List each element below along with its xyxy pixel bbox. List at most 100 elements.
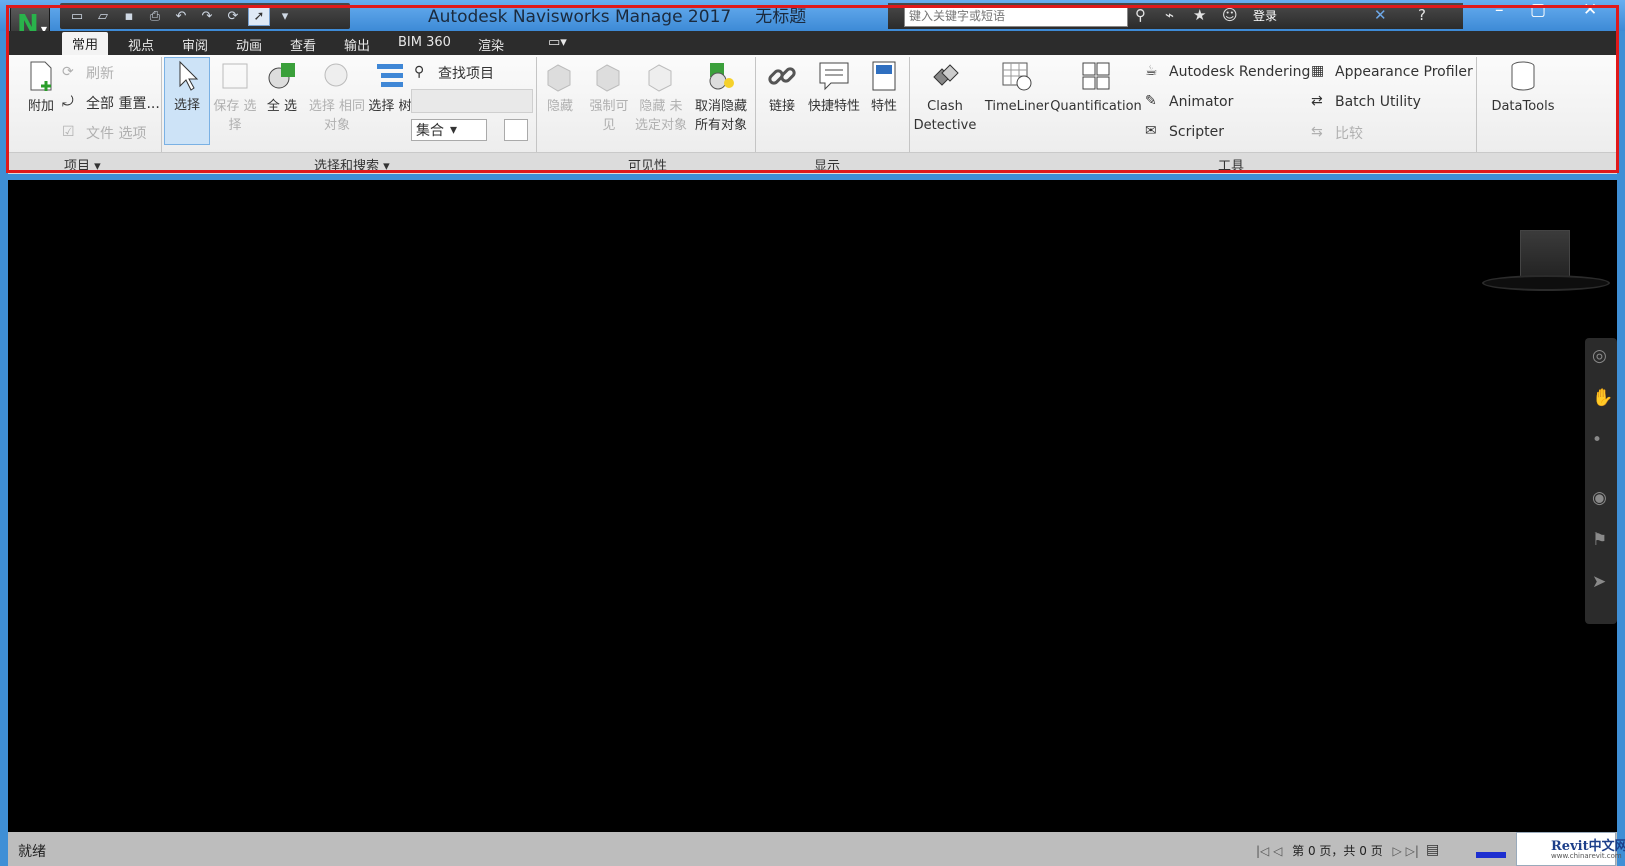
pan-hand-icon[interactable]: ✋ xyxy=(1592,388,1613,408)
first-page-icon[interactable]: |◁ xyxy=(1256,844,1269,858)
help-icon[interactable]: ? xyxy=(1418,6,1426,24)
panel-visibility-label: 可见性 xyxy=(628,159,668,174)
page-navigator: |◁ ◁ 第 0 页，共 0 页 ▷ ▷| xyxy=(1256,842,1419,859)
select-arrow-icon xyxy=(170,58,204,92)
satellite-icon[interactable]: ⌁ xyxy=(1165,6,1174,24)
star-icon[interactable]: ★ xyxy=(1193,6,1206,24)
maximize-button[interactable]: ▢ xyxy=(1530,0,1546,20)
require-button[interactable]: 强制可见 xyxy=(584,59,634,135)
select-cursor-icon[interactable]: ➚ xyxy=(248,6,270,26)
speech-bubble-icon xyxy=(817,59,851,93)
quick-access-toolbar: ▭ ▱ ▪ ⎙ ↶ ↷ ⟳ ➚ ▾ xyxy=(60,3,350,29)
links-button[interactable]: 链接 xyxy=(760,59,804,116)
orbit-icon[interactable]: ◉ xyxy=(1592,488,1607,508)
panel-project-label[interactable]: 项目 ▾ xyxy=(64,155,101,174)
tab-review[interactable]: 审阅 xyxy=(182,35,208,54)
tab-output[interactable]: 输出 xyxy=(344,35,370,54)
page-indicator: 第 0 页，共 0 页 xyxy=(1292,844,1383,858)
timeliner-icon xyxy=(1000,59,1034,93)
tab-viewpoint[interactable]: 视点 xyxy=(128,35,154,54)
hide-unselected-button[interactable]: 隐藏 未选定对象 xyxy=(633,59,689,135)
tab-home[interactable]: 常用 xyxy=(62,32,109,55)
require-icon xyxy=(592,59,626,93)
file-options-button[interactable]: ☑ 文件 选项 xyxy=(62,123,146,143)
timeliner-button[interactable]: TimeLiner xyxy=(978,59,1056,116)
save-selection-icon xyxy=(218,59,252,93)
viewcube-compass[interactable] xyxy=(1482,275,1610,291)
panel-select-label[interactable]: 选择和搜索 ▾ xyxy=(314,155,390,174)
scripter-button[interactable]: ✉ Scripter xyxy=(1145,123,1224,141)
appearance-profiler-icon: ▦ xyxy=(1311,63,1325,79)
unhide-all-button[interactable]: 取消隐藏 所有对象 xyxy=(692,59,750,135)
append-icon xyxy=(24,59,58,93)
find-items-button[interactable]: ⚲ 查找项目 xyxy=(414,63,494,83)
tab-render[interactable]: 渲染 xyxy=(478,35,504,54)
selection-tree-button[interactable]: 选择 树 xyxy=(368,59,412,116)
search-input[interactable] xyxy=(904,5,1128,27)
customize-dropdown-icon[interactable]: ▾ xyxy=(274,6,296,26)
panel-labels: 项目 ▾ 选择和搜索 ▾ 可见性 显示 工具 xyxy=(8,152,1617,174)
tab-animation[interactable]: 动画 xyxy=(236,35,262,54)
properties-icon xyxy=(867,59,901,93)
link-icon xyxy=(765,59,799,93)
tab-view[interactable]: 查看 xyxy=(290,35,316,54)
exchange-icon[interactable]: ✕ xyxy=(1374,6,1387,24)
batch-utility-button[interactable]: ⇄ Batch Utility xyxy=(1311,93,1421,111)
sign-in-label[interactable]: 登录 xyxy=(1253,7,1277,24)
open-folder-icon[interactable]: ▱ xyxy=(92,6,114,26)
quantification-button[interactable]: Quantification xyxy=(1048,59,1144,116)
minimize-ribbon-icon[interactable]: ▭▾ xyxy=(548,35,567,50)
prev-page-icon[interactable]: ◁ xyxy=(1273,844,1282,858)
refresh-button[interactable]: ⟳ 刷新 xyxy=(62,63,114,83)
walk-icon[interactable]: ⚑ xyxy=(1592,530,1607,550)
close-button[interactable]: ✕ xyxy=(1583,0,1597,20)
binoculars-icon[interactable]: ⚲ xyxy=(1135,6,1146,24)
quick-find-input[interactable] xyxy=(411,89,533,113)
minimize-button[interactable]: – xyxy=(1495,0,1504,20)
compare-icon: ⇆ xyxy=(1311,124,1323,140)
new-file-icon[interactable]: ▭ xyxy=(66,6,88,26)
save-selection-button[interactable]: 保存 选择 xyxy=(213,59,257,135)
window-title: Autodesk Navisworks Manage 2017 无标题 xyxy=(428,2,806,27)
select-all-button[interactable]: 全 选 xyxy=(260,59,304,116)
tab-bim360[interactable]: BIM 360 xyxy=(398,35,451,50)
scene-viewport[interactable] xyxy=(8,180,1617,832)
properties-button[interactable]: 特性 xyxy=(864,59,904,116)
redo-icon[interactable]: ↷ xyxy=(196,6,218,26)
reset-icon: ⤾ xyxy=(62,94,74,110)
status-text: 就绪 xyxy=(18,844,46,860)
datatools-button[interactable]: DataTools xyxy=(1483,59,1563,116)
select-cursor-icon[interactable]: ➤ xyxy=(1592,572,1606,592)
hide-icon xyxy=(543,59,577,93)
zoom-icon[interactable]: • xyxy=(1592,430,1602,450)
find-items-icon: ⚲ xyxy=(414,64,425,80)
appearance-profiler-button[interactable]: ▦ Appearance Profiler xyxy=(1311,63,1473,81)
document-title: 无标题 xyxy=(755,7,807,27)
clash-detective-button[interactable]: Clash Detective xyxy=(912,59,978,135)
select-same-button[interactable]: 选择 相同对象 xyxy=(308,59,366,135)
sheet-browser-icon[interactable]: ▤ xyxy=(1426,842,1439,858)
next-page-icon[interactable]: ▷ xyxy=(1393,844,1402,858)
undo-icon[interactable]: ↶ xyxy=(170,6,192,26)
append-button[interactable]: 附加 xyxy=(16,59,66,116)
animator-button[interactable]: ✎ Animator xyxy=(1145,93,1233,111)
manage-sets-icon[interactable] xyxy=(504,119,528,141)
viewcube[interactable] xyxy=(1520,230,1570,280)
scroll-icon: ✉ xyxy=(1145,123,1157,139)
compare-button[interactable]: ⇆ 比较 xyxy=(1311,123,1363,143)
autodesk-rendering-button[interactable]: ☕ Autodesk Rendering xyxy=(1145,63,1310,81)
last-page-icon[interactable]: ▷| xyxy=(1406,844,1419,858)
teapot-icon: ☕ xyxy=(1145,63,1158,79)
hide-button[interactable]: 隐藏 xyxy=(538,59,582,116)
select-button[interactable]: 选择 xyxy=(164,57,210,145)
reset-all-button[interactable]: ⤾全部 重置... ▾ xyxy=(62,93,173,113)
status-bar: 就绪 |◁ ◁ 第 0 页，共 0 页 ▷ ▷| ▤ Revit中文网 www.… xyxy=(8,832,1625,866)
sets-dropdown[interactable]: 集合 ▾ xyxy=(411,119,487,141)
user-icon[interactable]: ☺ xyxy=(1222,6,1238,24)
unhide-all-icon xyxy=(704,59,738,93)
print-icon[interactable]: ⎙ xyxy=(144,6,166,26)
quick-properties-button[interactable]: 快捷特性 xyxy=(806,59,862,116)
refresh-icon[interactable]: ⟳ xyxy=(222,6,244,26)
steering-wheel-icon[interactable]: ◎ xyxy=(1592,346,1607,366)
save-icon[interactable]: ▪ xyxy=(118,6,140,26)
